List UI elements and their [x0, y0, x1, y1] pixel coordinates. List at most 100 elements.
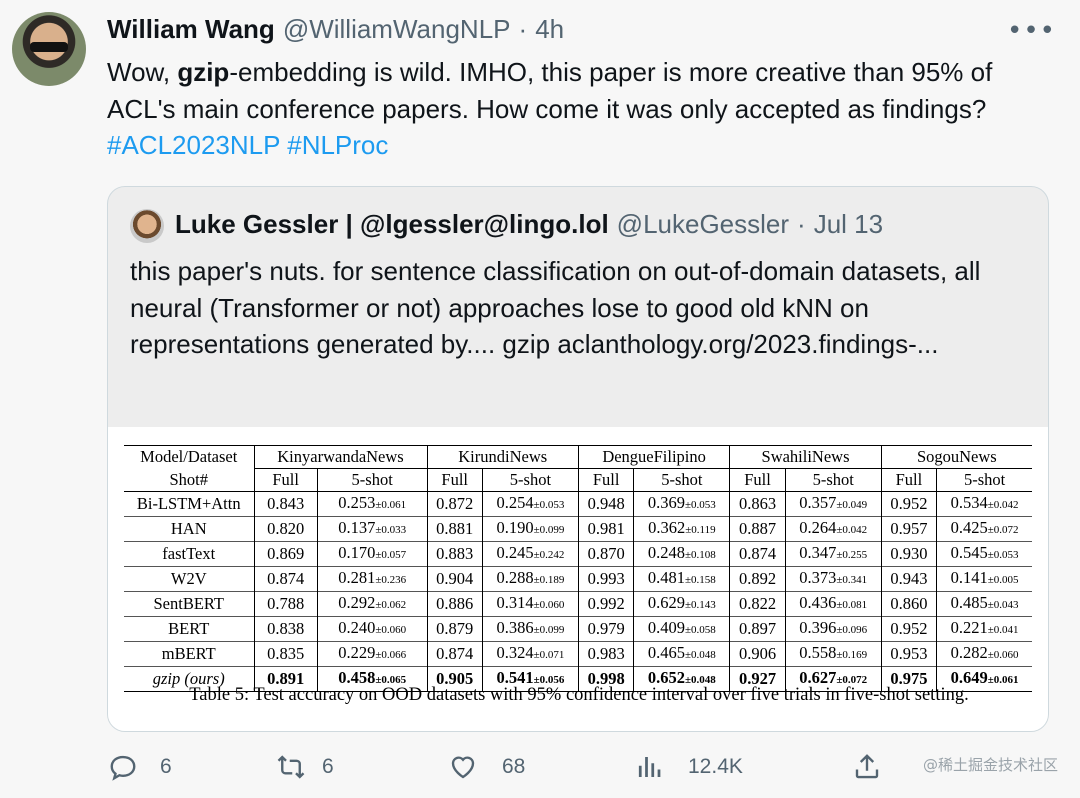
shot-header: Shot#	[169, 469, 208, 489]
table-row: HAN 0.820 0.137±0.033 0.881 0.190±0.099 0.981…	[124, 516, 1032, 542]
fiveshot-mean: 0.245	[496, 543, 534, 562]
quoted-tweet-header: Luke Gessler | @lgessler@lingo.lol @Luke…	[175, 209, 883, 240]
full-score-cell: 0.860	[880, 591, 937, 617]
full-score-cell: 0.870	[577, 541, 634, 567]
fiveshot-score-cell: 0.253±0.061	[316, 491, 427, 517]
full-score-cell: 0.822	[729, 591, 786, 617]
views-button[interactable]: 12.4K	[634, 752, 743, 782]
quoted-tweet-card[interactable]: Luke Gessler | @lgessler@lingo.lol @Luke…	[107, 186, 1049, 732]
table-row: SentBERT 0.788 0.292±0.062 0.886 0.314±0.060…	[124, 591, 1032, 617]
confidence-interval: ±0.060	[533, 599, 565, 611]
fiveshot-score-cell: 0.248±0.108	[633, 541, 730, 567]
hashtag-link-1[interactable]: #ACL2023NLP	[107, 130, 280, 160]
full-score-cell: 0.874	[729, 541, 786, 567]
full-score-cell: 0.981	[577, 516, 634, 542]
fiveshot-score-cell: 0.425±0.072	[936, 516, 1032, 542]
full-header-2: Full	[577, 468, 634, 492]
confidence-interval: ±0.042	[987, 499, 1019, 511]
fiveshot-mean: 0.357	[799, 493, 837, 512]
fiveshot-mean: 0.481	[647, 568, 685, 587]
quoted-tweet-text: this paper's nuts. for sentence classifi…	[130, 256, 981, 359]
fiveshot-score-cell: 0.137±0.033	[316, 516, 427, 542]
attached-table-image[interactable]: Model/Dataset KinyarwandaNews KirundiNew…	[108, 427, 1048, 731]
full-header-0: Full	[253, 468, 318, 492]
hashtag-link-2[interactable]: #NLProc	[287, 130, 388, 160]
more-options-icon[interactable]: •••	[1007, 16, 1056, 46]
fiveshot-score-cell: 0.245±0.242	[481, 541, 579, 567]
confidence-interval: ±0.169	[836, 649, 868, 661]
dataset-header-4: SogouNews	[880, 445, 1032, 469]
model-name-cell: W2V	[170, 569, 207, 588]
reply-button[interactable]: 6	[108, 752, 172, 782]
fiveshot-score-cell: 0.288±0.189	[481, 566, 579, 592]
results-table: Model/Dataset KinyarwandaNews KirundiNew…	[124, 445, 1032, 692]
fiveshot-score-cell: 0.362±0.119	[633, 516, 730, 542]
full-score-cell: 0.874	[253, 566, 318, 592]
confidence-interval: ±0.099	[533, 524, 565, 536]
author-name[interactable]: William Wang	[107, 14, 275, 45]
dataset-header-0: KinyarwandaNews	[253, 445, 427, 469]
table-row: Bi-LSTM+Attn 0.843 0.253±0.061 0.872 0.254 ±0…	[124, 491, 1032, 517]
retweet-button[interactable]: 6	[276, 752, 334, 782]
share-icon	[855, 754, 879, 779]
avatar-glasses	[30, 42, 68, 52]
like-button[interactable]: 68	[448, 752, 525, 782]
fiveshot-mean: 0.229	[338, 643, 376, 662]
fiveshot-score-cell: 0.292±0.062	[316, 591, 427, 617]
fiveshot-mean: 0.240	[338, 618, 376, 637]
confidence-interval: ±0.060	[987, 649, 1019, 661]
tweet-header: William Wang @WilliamWangNLP · 4h	[107, 14, 564, 48]
fiveshot-mean: 0.282	[950, 643, 988, 662]
table-row: BERT 0.838 0.240±0.060 0.879 0.386±0.099 0.97…	[124, 616, 1032, 642]
fiveshot-mean: 0.292	[338, 593, 376, 612]
fiveshot-header-4: 5-shot	[936, 468, 1032, 492]
fiveshot-score-cell: 0.409±0.058	[633, 616, 730, 642]
reply-count: 6	[160, 755, 172, 778]
fiveshot-score-cell: 0.369±0.053	[633, 491, 730, 517]
fiveshot-score-cell: 0.282±0.060	[936, 641, 1032, 667]
full-score-cell: 0.788	[253, 591, 318, 617]
full-score-cell: 0.863	[729, 491, 786, 517]
fiveshot-score-cell: 0.396±0.096	[784, 616, 882, 642]
reply-icon	[110, 755, 136, 781]
full-score-cell: 0.948	[577, 491, 634, 517]
fiveshot-mean: 0.264	[799, 518, 837, 537]
fiveshot-mean: 0.254	[496, 493, 534, 512]
full-score-cell: 0.897	[729, 616, 786, 642]
shot-header-row: Shot# Full 5-shot Full 5-shot Full 5-sho…	[124, 468, 1032, 492]
model-name-cell: Bi-LSTM+Attn	[136, 494, 241, 513]
fiveshot-score-cell: 0.373±0.341	[784, 566, 882, 592]
confidence-interval: ±0.041	[987, 624, 1019, 636]
full-score-cell: 0.838	[253, 616, 318, 642]
share-button[interactable]	[852, 752, 882, 782]
fiveshot-mean: 0.221	[950, 618, 988, 637]
fiveshot-score-cell: 0.357±0.049	[784, 491, 882, 517]
fiveshot-mean: 0.545	[950, 543, 988, 562]
fiveshot-mean: 0.288	[496, 568, 534, 587]
author-handle[interactable]: @WilliamWangNLP	[283, 14, 511, 45]
fiveshot-mean: 0.436	[799, 593, 837, 612]
fiveshot-mean: 0.485	[950, 593, 988, 612]
confidence-interval: ±0.072	[987, 524, 1019, 536]
confidence-interval: ±0.061	[375, 499, 407, 511]
model-name-cell: fastText	[162, 544, 216, 563]
fiveshot-score-cell: 0.545±0.053	[936, 541, 1032, 567]
model-name-cell: mBERT	[161, 644, 216, 663]
fiveshot-mean: 0.386	[496, 618, 534, 637]
full-score-cell: 0.879	[426, 616, 483, 642]
tweet-time[interactable]: 4h	[535, 14, 564, 45]
fiveshot-score-cell: 0.347±0.255	[784, 541, 882, 567]
fiveshot-score-cell: 0.629±0.143	[633, 591, 730, 617]
full-score-cell: 0.874	[426, 641, 483, 667]
full-score-cell: 0.843	[253, 491, 318, 517]
confidence-interval: ±0.053	[987, 549, 1019, 561]
confidence-interval: ±0.062	[375, 599, 407, 611]
full-score-cell: 0.872	[426, 491, 483, 517]
confidence-interval: ±0.119	[685, 524, 716, 536]
fiveshot-score-cell: 0.465±0.048	[633, 641, 730, 667]
full-score-cell: 0.906	[729, 641, 786, 667]
author-avatar[interactable]	[12, 12, 86, 86]
confidence-interval: ±0.071	[533, 649, 565, 661]
full-score-cell: 0.930	[880, 541, 937, 567]
fiveshot-mean: 0.314	[496, 593, 534, 612]
